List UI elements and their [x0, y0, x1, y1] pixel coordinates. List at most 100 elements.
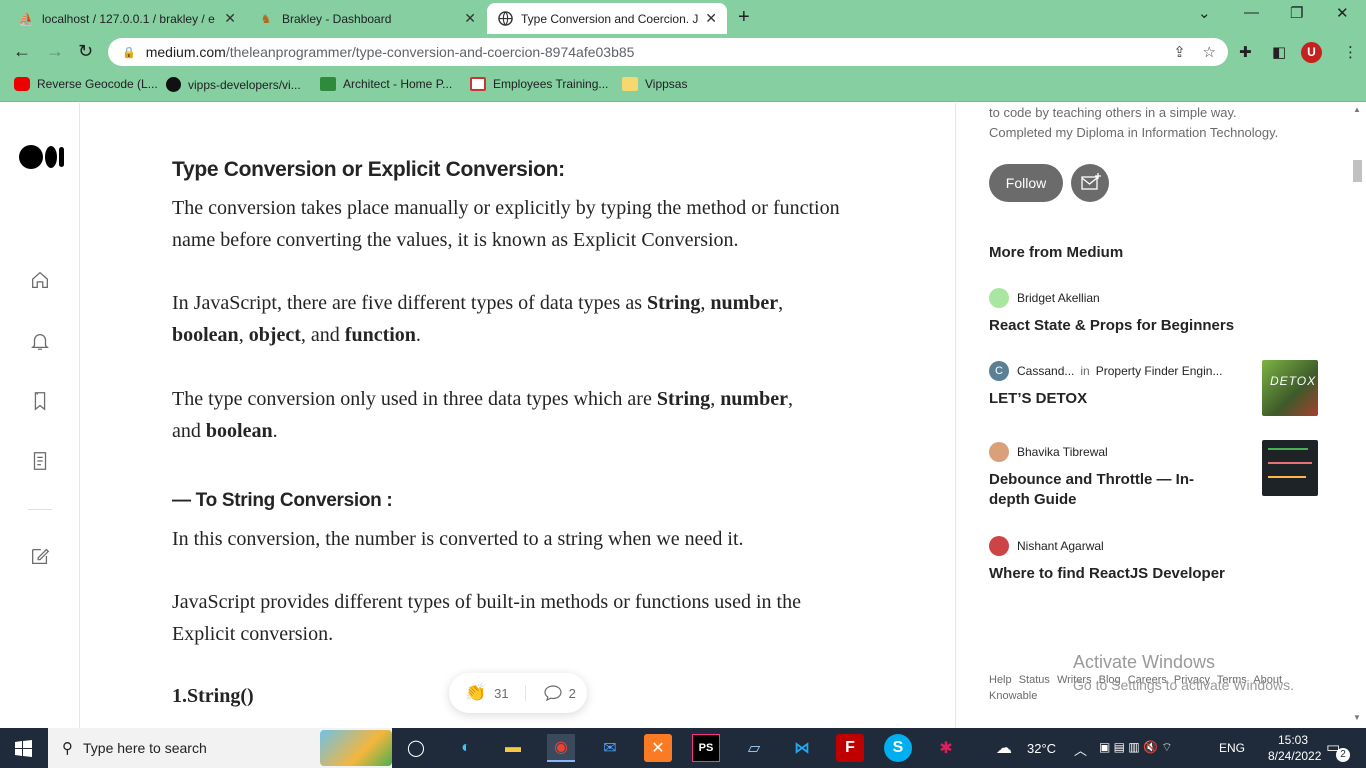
bookmark-employees-training[interactable]: Employees Training...: [470, 77, 608, 91]
taskbar-search[interactable]: ⚲ Type here to search: [48, 728, 392, 768]
brakley-icon: ♞: [260, 11, 272, 26]
bookmark-star-icon[interactable]: ☆: [1203, 44, 1216, 61]
lock-icon[interactable]: 🔒: [122, 46, 136, 59]
response-count[interactable]: 2: [569, 686, 576, 701]
story-thumbnail-dark[interactable]: [1262, 440, 1318, 496]
subscribe-email-button[interactable]: [1071, 164, 1109, 202]
close-tab-icon[interactable]: ✕: [705, 10, 717, 27]
tab-label: Type Conversion and Coercion. Ja: [521, 11, 700, 26]
story-title[interactable]: React State & Props for Beginners: [989, 316, 1289, 336]
thumbnail-text: DETOX: [1270, 374, 1317, 388]
footer-link[interactable]: Help: [989, 674, 1012, 686]
engagement-bar: 👏 31 2: [449, 673, 587, 713]
page-scrollbar[interactable]: ▲ ▼: [1349, 103, 1366, 728]
story-thumbnail[interactable]: DETOX: [1262, 360, 1318, 416]
author-avatar[interactable]: [989, 442, 1009, 462]
author-avatar[interactable]: [989, 288, 1009, 308]
author-avatar[interactable]: [989, 536, 1009, 556]
response-bubble-icon[interactable]: [544, 685, 562, 701]
bookmarks-icon[interactable]: [29, 390, 51, 412]
scroll-down-arrow-icon[interactable]: ▼: [1353, 713, 1361, 722]
clap-count[interactable]: 31: [494, 686, 508, 701]
clap-icon[interactable]: 👏: [465, 683, 486, 703]
author-name[interactable]: Nishant Agarwal: [1017, 539, 1104, 553]
profile-avatar[interactable]: U: [1301, 42, 1322, 63]
weather-cloud-icon[interactable]: ☁: [996, 738, 1012, 758]
sg-icon: [470, 77, 486, 91]
xampp-icon[interactable]: ✕: [644, 734, 672, 762]
url-path: /theleanprogrammer/type-conversion-and-c…: [225, 44, 635, 60]
close-tab-icon[interactable]: ✕: [224, 10, 236, 27]
back-icon[interactable]: ←: [13, 41, 31, 62]
medium-logo[interactable]: [19, 145, 64, 169]
author-name[interactable]: Bhavika Tibrewal: [1017, 445, 1108, 459]
windows-start-icon[interactable]: [15, 740, 32, 757]
publication-name[interactable]: Property Finder Engin...: [1096, 364, 1223, 378]
paragraph: JavaScript provides different types of b…: [172, 591, 801, 645]
tray-chevron-icon[interactable]: ︿: [1074, 740, 1087, 759]
bookmark-label: vipps-developers/vi...: [188, 77, 301, 92]
share-icon[interactable]: ⇪: [1173, 44, 1186, 61]
filezilla-icon[interactable]: F: [836, 734, 864, 762]
tab-brakley-dashboard[interactable]: ♞ Brakley - Dashboard ✕: [248, 3, 486, 34]
thumb-line: [1268, 476, 1306, 478]
mail-icon[interactable]: ✉: [596, 734, 624, 762]
write-icon[interactable]: [29, 545, 51, 567]
stories-icon[interactable]: [29, 450, 51, 472]
extensions-puzzle-icon[interactable]: ✚: [1239, 43, 1252, 61]
tray-icons[interactable]: ▣ ▤ ▥ 🔇 ⌔: [1099, 740, 1173, 755]
tab-label: Brakley - Dashboard: [282, 11, 392, 26]
paragraph: In this conversion, the number is conver…: [172, 528, 744, 550]
story-card[interactable]: Nishant Agarwal Where to find ReactJS De…: [989, 536, 1319, 584]
file-explorer-icon[interactable]: ▬: [499, 734, 527, 762]
bookmark-folder-vippsas[interactable]: Vippsas: [622, 77, 687, 91]
omnibox-actions: ⇪ ☆: [1173, 43, 1216, 61]
skype-icon[interactable]: S: [884, 734, 912, 762]
footer-link[interactable]: Knowable: [989, 690, 1037, 702]
browser-toolbar: ← → ↻ 🔒 medium.com/theleanprogrammer/typ…: [0, 34, 1366, 70]
story-title[interactable]: Where to find ReactJS Developer: [989, 564, 1289, 584]
author-name[interactable]: Bridget Akellian: [1017, 291, 1100, 305]
story-card[interactable]: Bridget Akellian React State & Props for…: [989, 288, 1319, 336]
close-window-icon[interactable]: ✕: [1336, 4, 1349, 22]
home-icon[interactable]: [29, 269, 51, 291]
globe-icon: [497, 11, 513, 27]
tab-type-conversion[interactable]: Type Conversion and Coercion. Ja ✕: [487, 3, 727, 34]
phpstorm-icon[interactable]: PS: [692, 734, 720, 762]
new-tab-icon[interactable]: +: [738, 6, 750, 29]
reload-icon[interactable]: ↻: [78, 41, 93, 62]
task-view-icon[interactable]: ◯: [402, 734, 430, 762]
author-name[interactable]: Cassand...: [1017, 364, 1074, 378]
language-indicator[interactable]: ENG: [1219, 741, 1245, 755]
menu-kebab-icon[interactable]: ⋮: [1343, 43, 1358, 61]
story-title[interactable]: LET’S DETOX: [989, 389, 1224, 409]
author-avatar[interactable]: C: [989, 361, 1009, 381]
chrome-icon[interactable]: ◉: [547, 734, 575, 762]
minimize-icon[interactable]: —: [1244, 4, 1259, 21]
close-tab-icon[interactable]: ✕: [464, 10, 476, 27]
scrollbar-thumb[interactable]: [1353, 160, 1362, 182]
notepad-icon[interactable]: ▱: [740, 734, 768, 762]
tab-search-chevron-icon[interactable]: ⌄: [1198, 4, 1211, 22]
temperature[interactable]: 32°C: [1027, 741, 1056, 756]
footer-link[interactable]: Status: [1019, 674, 1050, 686]
side-panel-icon[interactable]: ◧: [1272, 43, 1286, 61]
vscode-icon[interactable]: ⋈: [788, 734, 816, 762]
scroll-up-arrow-icon[interactable]: ▲: [1353, 105, 1361, 114]
tab-phpmyadmin[interactable]: ⛵ localhost / 127.0.0.1 / brakley / e ✕: [8, 3, 246, 34]
bookmark-reverse-geocode[interactable]: Reverse Geocode (L...: [14, 77, 158, 91]
edge-icon[interactable]: ◐: [452, 734, 480, 762]
follow-button[interactable]: Follow: [989, 164, 1063, 202]
story-title[interactable]: Debounce and Throttle — In-depth Guide: [989, 470, 1224, 510]
bookmark-label: Architect - Home P...: [343, 77, 453, 91]
bookmark-architect[interactable]: Architect - Home P...: [320, 77, 452, 91]
clock[interactable]: 15:03 8/24/2022: [1268, 733, 1321, 763]
forward-icon[interactable]: →: [46, 41, 64, 62]
slack-icon[interactable]: ✱: [932, 734, 960, 762]
address-bar[interactable]: 🔒 medium.com/theleanprogrammer/type-conv…: [108, 38, 1228, 66]
restore-icon[interactable]: ❐: [1290, 4, 1303, 22]
section-heading: Type Conversion or Explicit Conversion:: [172, 158, 565, 181]
notifications-bell-icon[interactable]: [29, 330, 51, 352]
right-sidebar: to code by teaching others in a simple w…: [955, 103, 1366, 728]
bookmark-vipps-developers[interactable]: vipps-developers/vi...: [166, 77, 301, 92]
